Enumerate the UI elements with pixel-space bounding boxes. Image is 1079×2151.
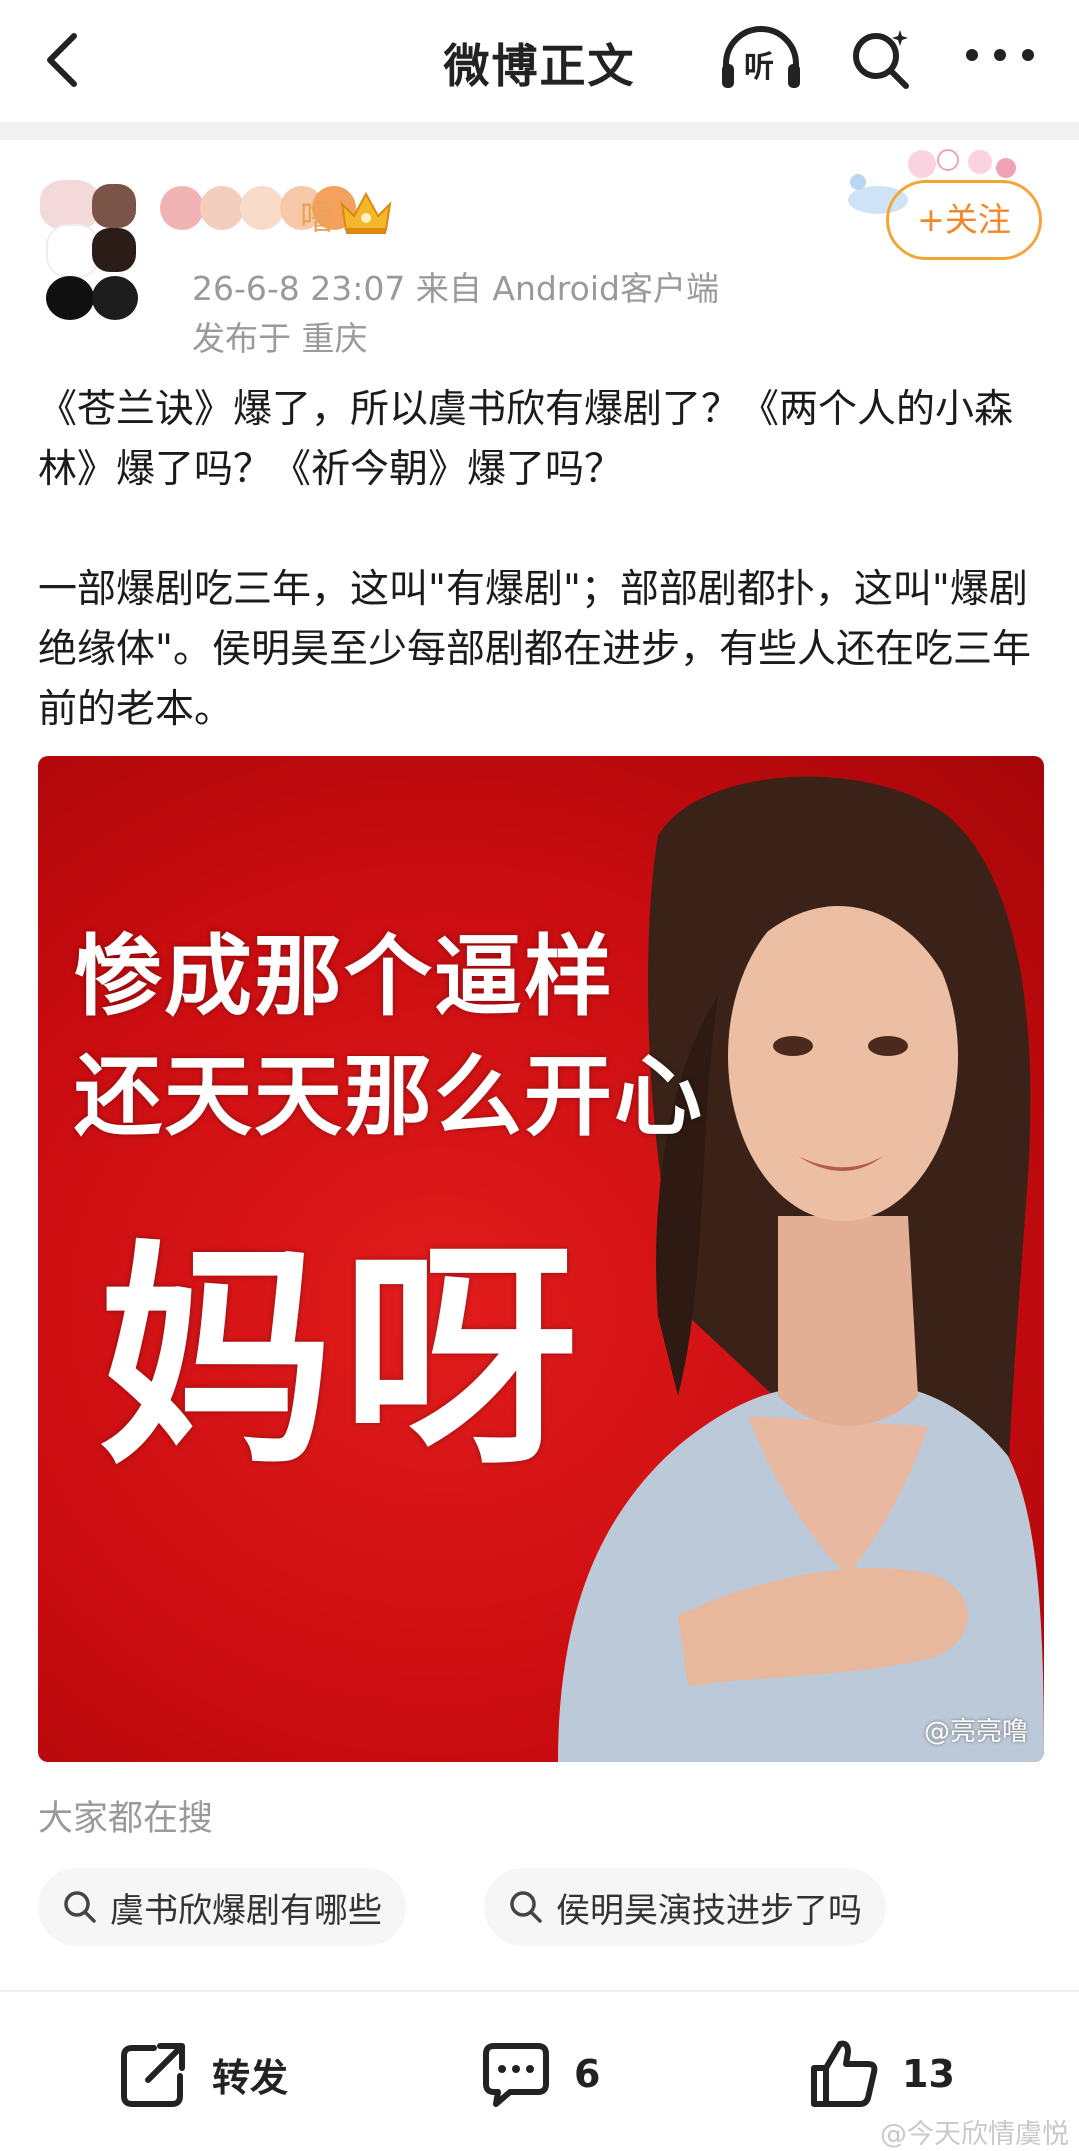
comment-bubble-icon — [483, 2043, 549, 2107]
follow-button[interactable]: +关注 — [886, 180, 1042, 260]
trending-title: 大家都在搜 — [38, 1799, 214, 1839]
post-location: 发布于 重庆 — [192, 319, 368, 358]
search-icon[interactable] — [848, 26, 914, 92]
post-timestamp-source: 26-6-8 23:07 来自 Android客户端 — [192, 269, 719, 308]
repost-button[interactable]: 转发 — [118, 2034, 288, 2114]
trending-search-label: 虞书欣爆剧有哪些 — [110, 1890, 382, 1931]
like-count: 13 — [902, 2052, 955, 2096]
more-options-icon[interactable] — [962, 40, 1038, 70]
trending-search-chip[interactable]: 侯明昊演技进步了吗 — [484, 1868, 886, 1946]
action-bar-divider — [0, 1990, 1079, 1992]
page-title: 微博正文 — [443, 39, 636, 93]
avatar[interactable] — [40, 180, 156, 320]
search-icon — [510, 1891, 542, 1923]
trending-search-chip[interactable]: 虞书欣爆剧有哪些 — [38, 1868, 406, 1946]
footer-watermark: @今天欣情虞悦 — [880, 2119, 1069, 2150]
post-paragraph: 一部爆剧吃三年，这叫"有爆剧"；部部剧都扑，这叫"爆剧绝缘体"。侯明昊至少每部剧… — [38, 567, 1031, 732]
meme-caption-line2: 还天天那么开心 — [74, 1045, 705, 1148]
repost-label: 转发 — [212, 2055, 289, 2100]
post-body: 《苍兰诀》爆了，所以虞书欣有爆剧了？《两个人的小森林》爆了吗？《祈今朝》爆了吗？… — [38, 380, 1048, 740]
author-name-tail[interactable]: 噜 — [300, 190, 334, 239]
like-button[interactable]: 13 — [808, 2034, 955, 2114]
crown-badge-icon — [340, 191, 392, 234]
trending-search-label: 侯明昊演技进步了吗 — [556, 1890, 862, 1931]
listen-label[interactable]: 听 — [744, 42, 774, 86]
thumbs-up-icon — [811, 2040, 878, 2107]
meme-caption-line1: 惨成那个逼样 — [74, 925, 615, 1028]
share-arrow-icon — [121, 2043, 185, 2107]
top-nav-bar: 微博正文 听 — [0, 0, 1079, 122]
post-image[interactable]: 惨成那个逼样 还天天那么开心 妈呀 @亮亮噜 — [38, 756, 1044, 1762]
search-icon — [64, 1891, 96, 1923]
header-divider — [0, 122, 1079, 140]
comment-count: 6 — [574, 2052, 601, 2096]
comment-button[interactable]: 6 — [480, 2034, 600, 2114]
image-watermark: @亮亮噜 — [923, 1717, 1028, 1747]
post-paragraph: 《苍兰诀》爆了，所以虞书欣有爆剧了？《两个人的小森林》爆了吗？《祈今朝》爆了吗？ — [38, 387, 1014, 492]
meme-caption-headline: 妈呀 — [98, 1221, 587, 1496]
